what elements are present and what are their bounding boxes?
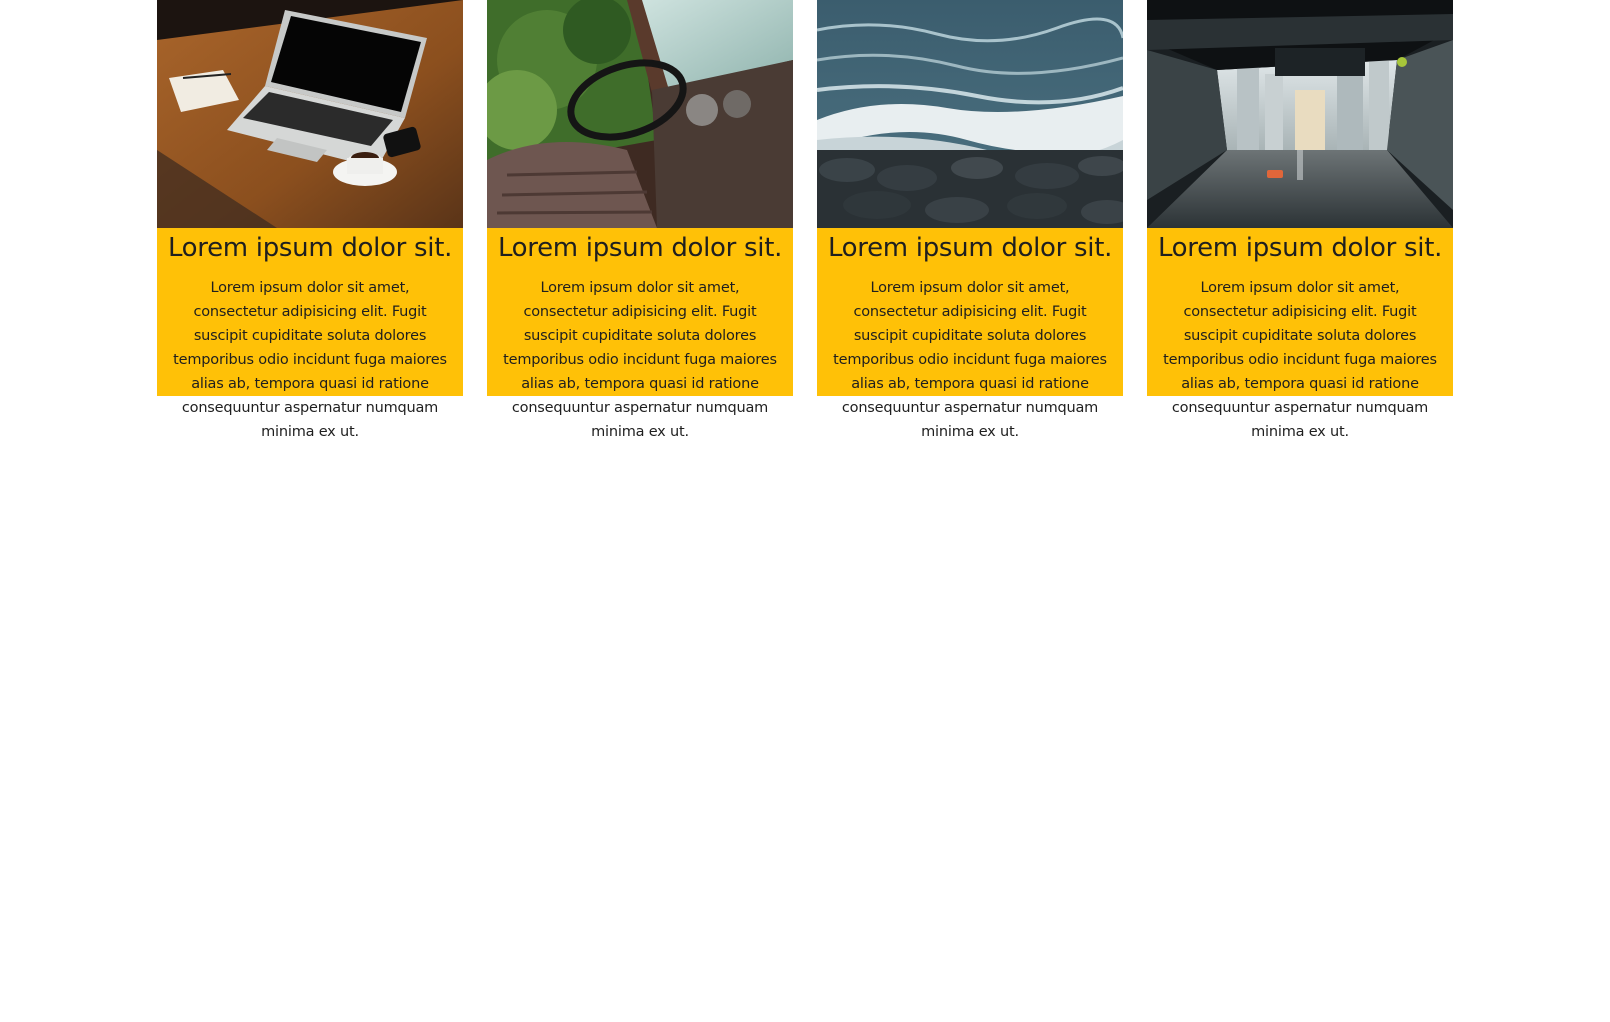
card-1: Lorem ipsum dolor sit. Lorem ipsum dolor… <box>157 0 463 440</box>
card-3: Lorem ipsum dolor sit. Lorem ipsum dolor… <box>817 0 1123 440</box>
card-text: Lorem ipsum dolor sit amet, consectetur … <box>833 280 1107 440</box>
city-street-underpass-photo <box>1147 0 1453 228</box>
card-title: Lorem ipsum dolor sit. <box>167 233 453 263</box>
card-text: Lorem ipsum dolor sit amet, consectetur … <box>1163 280 1437 440</box>
card-title: Lorem ipsum dolor sit. <box>497 233 783 263</box>
card-title: Lorem ipsum dolor sit. <box>827 233 1113 263</box>
card-text: Lorem ipsum dolor sit amet, consectetur … <box>503 280 777 440</box>
card-title: Lorem ipsum dolor sit. <box>1157 233 1443 263</box>
card-text: Lorem ipsum dolor sit amet, consectetur … <box>173 280 447 440</box>
card-4: Lorem ipsum dolor sit. Lorem ipsum dolor… <box>1147 0 1453 440</box>
abandoned-truck-interior-photo <box>487 0 793 228</box>
laptop-coffee-photo <box>157 0 463 228</box>
ocean-waves-rocks-photo <box>817 0 1123 228</box>
card-2: Lorem ipsum dolor sit. Lorem ipsum dolor… <box>487 0 793 440</box>
card-grid: Lorem ipsum dolor sit. Lorem ipsum dolor… <box>157 0 1453 440</box>
